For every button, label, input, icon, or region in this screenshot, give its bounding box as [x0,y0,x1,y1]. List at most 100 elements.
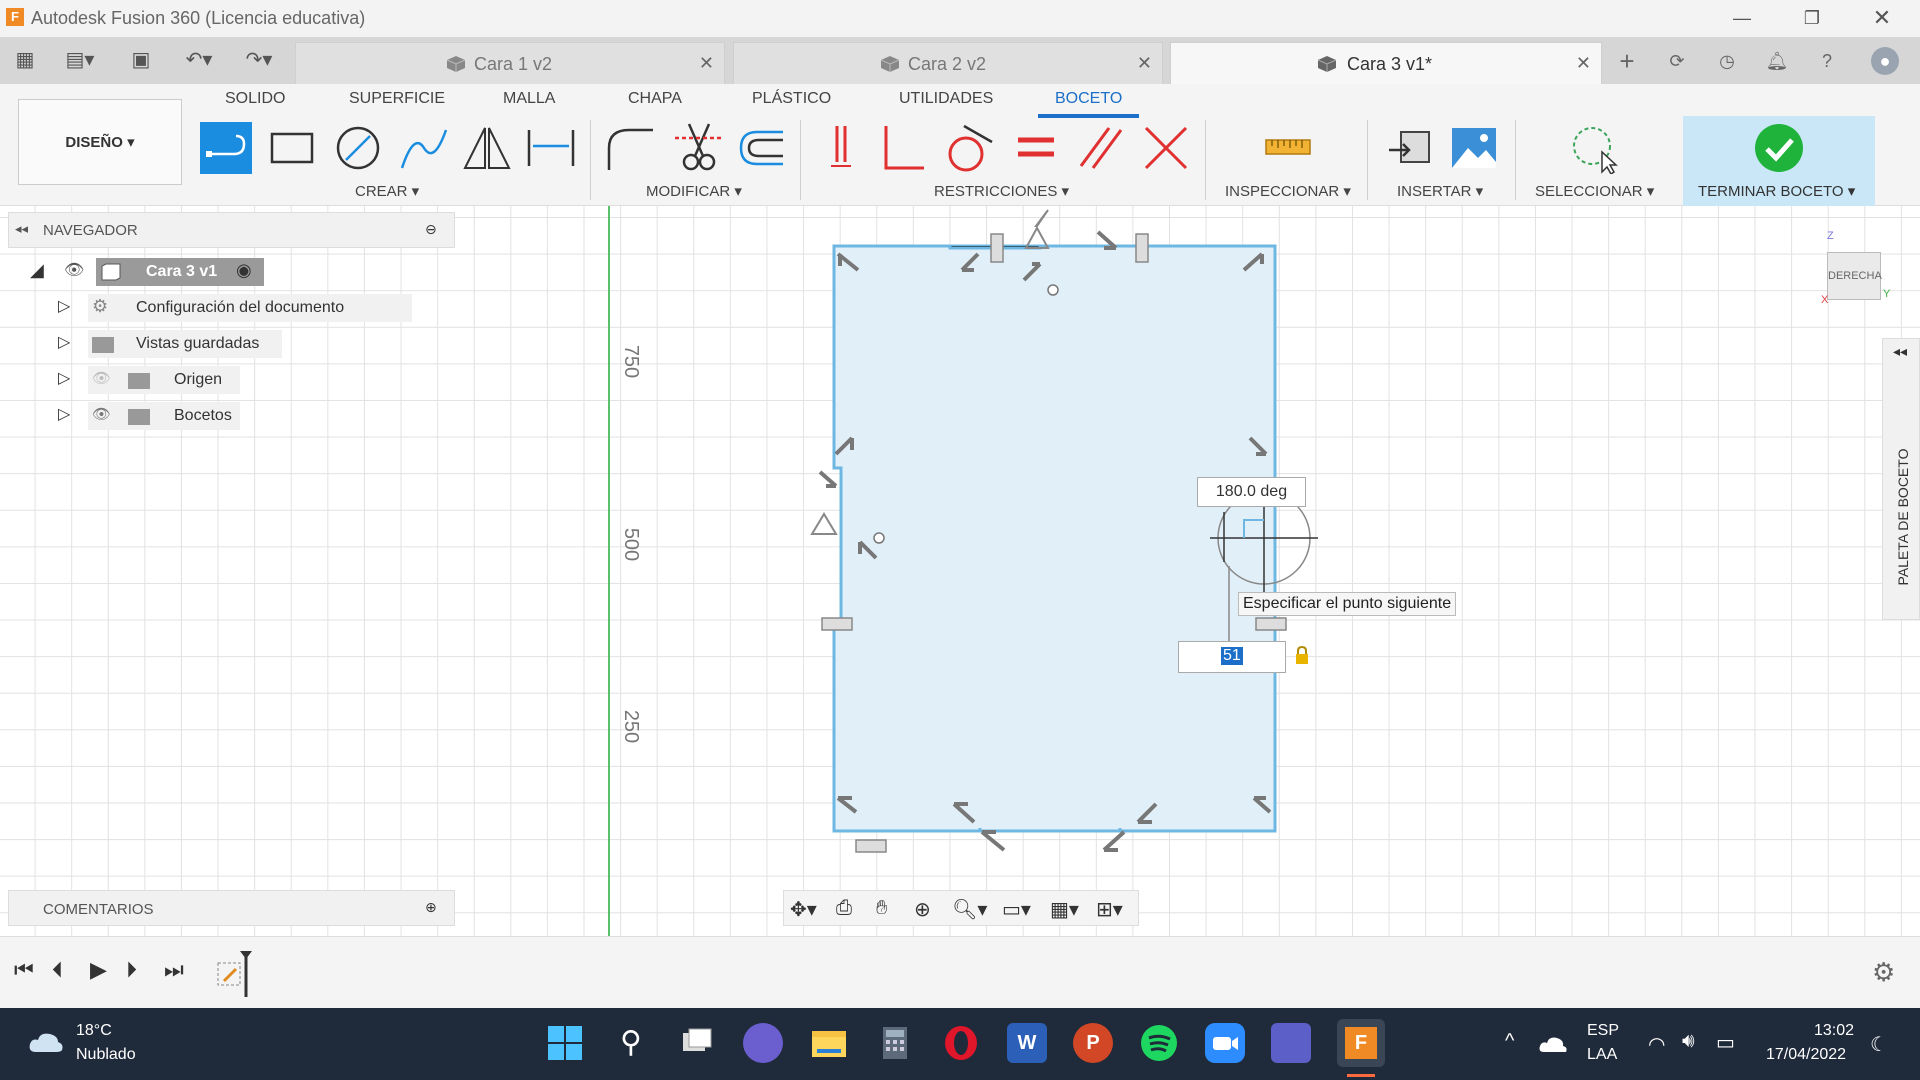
onedrive-icon[interactable] [1538,1034,1568,1054]
help-icon[interactable]: ? [1813,47,1841,75]
dimension-tool-icon[interactable] [525,122,577,174]
notifications-icon[interactable]: 🔔︎ [1763,47,1791,75]
spline-tool-icon[interactable] [398,122,450,174]
new-tab-icon[interactable]: + [1613,47,1641,75]
group-crear[interactable]: CREAR ▾ [355,182,419,200]
volume-icon[interactable]: 🔊︎ [1682,1030,1695,1053]
opera-icon[interactable] [941,1023,981,1063]
last-step-icon[interactable]: ⏭ [164,957,184,983]
group-restricciones[interactable]: RESTRICCIONES ▾ [934,182,1069,200]
undo-icon[interactable]: ↶▾ [176,47,222,73]
fillet-tool-icon[interactable] [605,122,657,174]
teams-icon[interactable] [1271,1023,1311,1063]
keyboard-layout[interactable]: LAA [1587,1046,1617,1064]
measure-tool-icon[interactable] [1262,122,1314,174]
group-seleccionar[interactable]: SELECCIONAR ▾ [1535,182,1654,200]
restore-icon[interactable]: ❐ [1792,4,1832,32]
zoom-app-icon[interactable] [1205,1023,1245,1063]
previous-step-icon[interactable]: ⏴ [52,957,63,983]
hidden-eye-icon[interactable]: 👁︎ [92,369,111,387]
clock-date[interactable]: 17/04/2022 [1766,1046,1846,1064]
pan-icon[interactable]: ✋︎ [876,897,887,920]
minus-circle-icon[interactable]: ⊖ [425,221,437,238]
perpendicular-constraint-icon[interactable] [878,122,930,174]
sketch-point[interactable] [1047,284,1059,296]
eye-icon[interactable]: 👁︎ [92,405,111,423]
parallel-constraint-icon[interactable] [1075,122,1127,174]
plus-circle-icon[interactable]: ⊕ [425,899,437,916]
app-grid-icon[interactable]: ▦ [10,47,40,73]
display-settings-icon[interactable]: ▭▾ [1002,897,1031,922]
expand-icon[interactable]: ◂◂ [1893,343,1907,360]
mirror-tool-icon[interactable] [461,122,513,174]
coincident-constraint-icon[interactable] [815,122,867,174]
expand-triangle-icon[interactable]: ▷ [58,296,70,316]
offset-tool-icon[interactable] [735,122,787,174]
tab-superficie[interactable]: SUPERFICIE [349,90,445,108]
browser-panel-header[interactable]: ◂◂ NAVEGADOR ⊖ [8,212,455,248]
sketch-profile[interactable] [832,244,1277,833]
calculator-icon[interactable] [875,1023,915,1063]
tab-utilidades[interactable]: UTILIDADES [899,90,993,108]
activate-radio-icon[interactable]: ◉ [236,260,252,281]
expand-triangle-icon[interactable]: ▷ [58,332,70,352]
grid-settings-icon[interactable]: ▦▾ [1050,897,1079,922]
length-input[interactable]: 51 [1178,641,1286,673]
start-icon[interactable] [545,1023,585,1063]
timeline-settings-icon[interactable]: ⚙ [1872,957,1895,988]
first-step-icon[interactable]: ⏮ [14,957,34,983]
redo-icon[interactable]: ↷▾ [236,47,282,73]
tab-malla[interactable]: MALLA [503,90,555,108]
workspace-switcher[interactable]: DISEÑO ▾ [18,99,182,185]
group-inspeccionar[interactable]: INSPECCIONAR ▾ [1225,182,1351,200]
insert-tool-icon[interactable] [1385,122,1437,174]
trim-tool-icon[interactable] [673,122,725,174]
user-avatar[interactable]: ● [1871,47,1899,75]
line-tool[interactable] [200,122,252,174]
tangent-constraint-icon[interactable] [942,122,994,174]
sketch-timeline-marker[interactable] [216,951,256,997]
tab-chapa[interactable]: CHAPA [628,90,682,108]
finish-sketch-panel[interactable]: TERMINAR BOCETO ▾ [1683,116,1875,206]
search-icon[interactable]: ⚲ [611,1023,651,1063]
clock-time[interactable]: 13:02 [1814,1022,1854,1040]
save-icon[interactable]: ▣ [126,47,156,73]
circle-tool-icon[interactable] [332,122,384,174]
close-window-icon[interactable]: ✕ [1862,4,1902,32]
viewcube[interactable]: DERECHA [1827,252,1882,300]
tab-cara-1[interactable]: Cara 1 v2 ✕ [295,42,725,84]
collinear-constraint-icon[interactable] [1140,122,1192,174]
comments-panel-header[interactable]: COMENTARIOS ⊕ [8,890,455,926]
zoom-window-icon[interactable]: 🔍︎▾ [952,897,987,922]
task-view-icon[interactable] [677,1023,717,1063]
battery-icon[interactable]: ▭ [1716,1030,1735,1055]
close-tab-icon[interactable]: ✕ [1137,53,1152,74]
input-language[interactable]: ESP [1587,1022,1619,1040]
group-insertar[interactable]: INSERTAR ▾ [1397,182,1483,200]
expand-triangle-icon[interactable]: ▷ [58,404,70,424]
tab-solido[interactable]: SOLIDO [225,90,285,108]
close-tab-icon[interactable]: ✕ [1576,53,1591,74]
moon-icon[interactable]: ☾ [1870,1032,1888,1057]
collapse-icon[interactable]: ◂◂ [15,221,28,237]
tab-cara-2[interactable]: Cara 2 v2 ✕ [733,42,1163,84]
word-icon[interactable]: W [1007,1023,1047,1063]
play-icon[interactable]: ▶ [90,957,107,983]
sketch-point[interactable] [873,532,885,544]
minimize-icon[interactable]: — [1722,4,1762,32]
fusion-taskbar-icon[interactable]: F [1337,1019,1385,1067]
next-step-icon[interactable]: ⏵ [126,957,137,983]
expand-triangle-icon[interactable]: ▷ [58,368,70,388]
job-status-icon[interactable]: ◷ [1713,47,1741,75]
sketch-palette[interactable]: ◂◂ PALETA DE BOCETO [1882,338,1920,620]
chat-icon[interactable] [743,1023,783,1063]
equal-constraint-icon[interactable] [1010,122,1062,174]
group-modificar[interactable]: MODIFICAR ▾ [646,182,742,200]
tab-boceto[interactable]: BOCETO [1055,90,1122,108]
viewports-icon[interactable]: ⊞▾ [1096,897,1123,922]
lock-icon[interactable] [1294,645,1310,665]
insert-canvas-icon[interactable] [1448,122,1500,174]
zoom-icon[interactable]: ⊕ [914,897,931,922]
select-tool-icon[interactable] [1568,122,1620,174]
look-at-icon[interactable]: ⎙ [836,897,852,920]
